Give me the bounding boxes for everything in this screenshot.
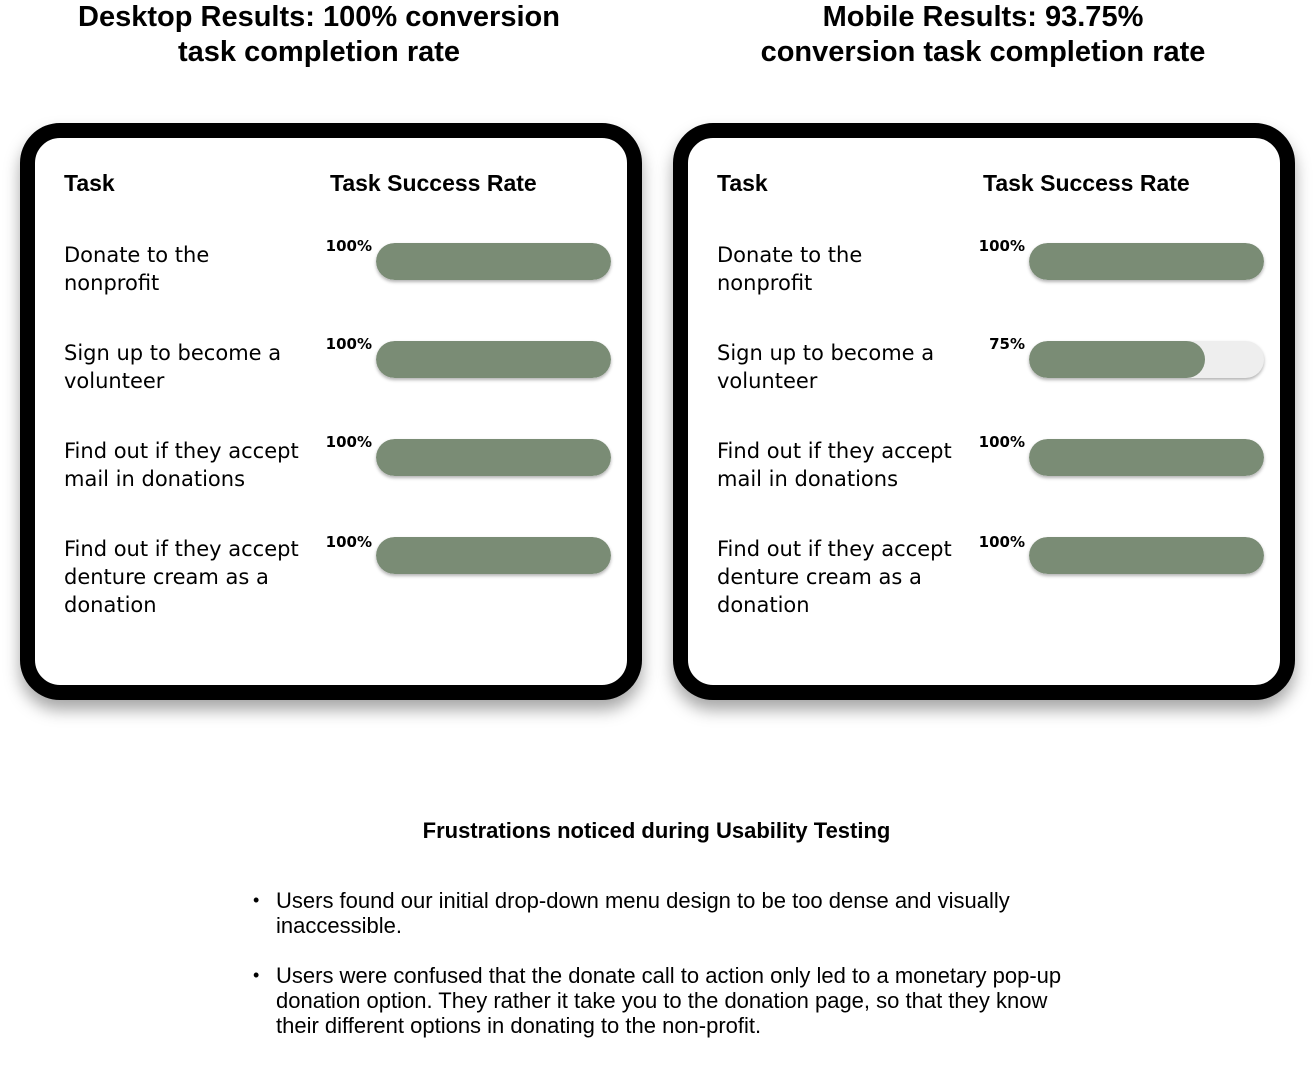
- success-rate-column-header: Task Success Rate: [330, 170, 537, 196]
- task-name-line: donation: [717, 593, 810, 617]
- task-name-line: nonprofit: [64, 271, 160, 295]
- title-line: conversion task completion rate: [760, 36, 1206, 68]
- task-name: Sign up to become a volunteer: [717, 339, 967, 395]
- title-line: task completion rate: [177, 36, 461, 68]
- task-name-line: denture cream as a: [717, 565, 922, 589]
- mobile-results-card: Task Task Success Rate Donate to the nonp…: [673, 123, 1295, 700]
- frustration-item: Users were confused that the donate call…: [250, 963, 1080, 1038]
- success-rate-bar-fill: [376, 341, 611, 378]
- task-name-line: nonprofit: [717, 271, 813, 295]
- success-rate-bar: [376, 439, 611, 476]
- task-name-line: mail in donations: [717, 467, 899, 491]
- success-rate-label: 100%: [325, 335, 372, 353]
- success-rate-bar: [1029, 243, 1264, 280]
- task-name: Find out if they accept mail in donations: [64, 437, 314, 493]
- success-rate-label: 100%: [978, 533, 1025, 551]
- task-name-line: denture cream as a: [64, 565, 269, 589]
- task-name-line: Donate to the: [64, 243, 210, 267]
- title-line: Desktop Results: 100% conversion: [78, 1, 560, 33]
- success-rate-label: 75%: [989, 335, 1025, 353]
- task-name-line: Find out if they accept: [717, 537, 952, 561]
- mobile-results-title: Mobile Results: 93.75% conversion task c…: [722, 0, 1244, 70]
- desktop-results-card: Task Task Success Rate Donate to the nonp…: [20, 123, 642, 700]
- success-rate-bar: [1029, 341, 1264, 378]
- success-rate-bar-fill: [1029, 537, 1264, 574]
- success-rate-bar-fill: [1029, 341, 1206, 378]
- success-rate-bar-fill: [376, 243, 611, 280]
- frustrations-title: Frustrations noticed during Usability Te…: [422, 818, 891, 843]
- task-name-line: Find out if they accept: [64, 537, 299, 561]
- success-rate-bar-fill: [376, 439, 611, 476]
- task-name: Find out if they accept mail in donations: [717, 437, 967, 493]
- success-rate-bar: [376, 243, 611, 280]
- task-name-line: mail in donations: [64, 467, 246, 491]
- success-rate-label: 100%: [325, 433, 372, 451]
- task-name: Find out if they accept denture cream as …: [64, 535, 314, 619]
- task-name-line: donation: [64, 593, 157, 617]
- task-name-line: Find out if they accept: [64, 439, 299, 463]
- task-name: Find out if they accept denture cream as …: [717, 535, 967, 619]
- desktop-results-title: Desktop Results: 100% conversion task co…: [60, 0, 578, 70]
- success-rate-bar-fill: [1029, 439, 1264, 476]
- task-name-line: volunteer: [64, 369, 165, 393]
- task-name-line: volunteer: [717, 369, 818, 393]
- success-rate-label: 100%: [325, 237, 372, 255]
- success-rate-label: 100%: [978, 433, 1025, 451]
- task-name-line: Find out if they accept: [717, 439, 952, 463]
- success-rate-bar-fill: [376, 537, 611, 574]
- frustration-item: Users found our initial drop-down menu d…: [250, 888, 1080, 938]
- title-line: Mobile Results: 93.75%: [822, 1, 1144, 33]
- success-rate-bar: [376, 341, 611, 378]
- success-rate-label: 100%: [325, 533, 372, 551]
- task-name: Donate to the nonprofit: [64, 241, 314, 297]
- task-name-line: Sign up to become a: [64, 341, 282, 365]
- task-name: Donate to the nonprofit: [717, 241, 967, 297]
- success-rate-bar: [1029, 439, 1264, 476]
- success-rate-bar-fill: [1029, 243, 1264, 280]
- task-column-header: Task: [64, 170, 115, 196]
- task-column-header: Task: [717, 170, 768, 196]
- task-name: Sign up to become a volunteer: [64, 339, 314, 395]
- success-rate-column-header: Task Success Rate: [983, 170, 1190, 196]
- success-rate-bar: [376, 537, 611, 574]
- task-name-line: Sign up to become a: [717, 341, 935, 365]
- task-name-line: Donate to the: [717, 243, 863, 267]
- success-rate-bar: [1029, 537, 1264, 574]
- frustrations-list: Users found our initial drop-down menu d…: [250, 888, 1080, 1063]
- success-rate-label: 100%: [978, 237, 1025, 255]
